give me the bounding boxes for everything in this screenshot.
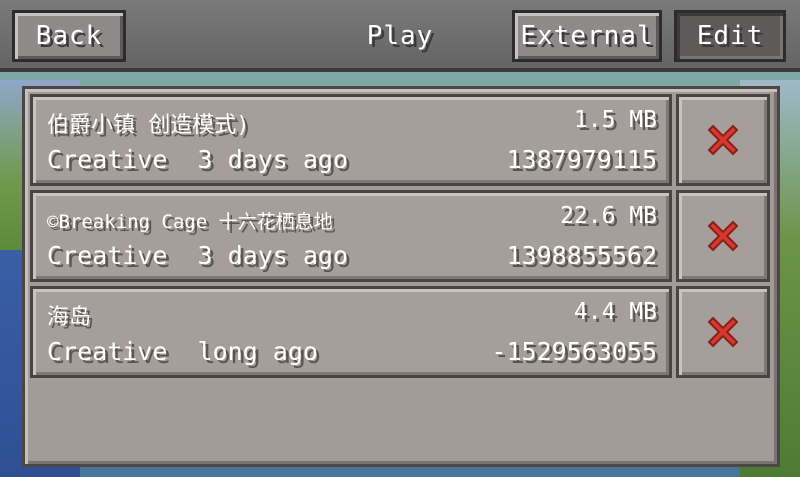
top-bar: Back Play External Edit (0, 0, 800, 72)
red-x-icon (707, 316, 739, 348)
back-button[interactable]: Back (12, 10, 126, 62)
world-list-item[interactable]: 海岛 4.4 MB Creative long ago -1529563055 (30, 286, 672, 378)
world-list-item[interactable]: 伯爵小镇 创造模式) 1.5 MB Creative 3 days ago 13… (30, 94, 672, 186)
world-seed: -1529563055 (491, 337, 657, 366)
world-mode-time: Creative 3 days ago (47, 241, 349, 270)
world-name: 海岛 (47, 305, 92, 330)
delete-world-button[interactable] (676, 190, 770, 282)
world-name: 伯爵小镇 创造模式) (47, 113, 250, 138)
world-size: 4.4 MB (573, 299, 657, 325)
page-title: Play (366, 21, 434, 51)
world-mode-time: Creative long ago (47, 337, 318, 366)
world-seed: 1387979115 (506, 145, 657, 174)
external-button[interactable]: External (512, 10, 662, 62)
delete-world-button[interactable] (676, 94, 770, 186)
world-list-item[interactable]: ©Breaking Cage 十六花栖息地 22.6 MB Creative 3… (30, 190, 672, 282)
red-x-icon (707, 124, 739, 156)
world-mode-time: Creative 3 days ago (47, 145, 349, 174)
delete-world-button[interactable] (676, 286, 770, 378)
world-name: ©Breaking Cage 十六花栖息地 (47, 211, 333, 233)
edit-button[interactable]: Edit (674, 10, 786, 62)
world-size: 22.6 MB (560, 203, 657, 229)
red-x-icon (707, 220, 739, 252)
world-seed: 1398855562 (506, 241, 657, 270)
world-size: 1.5 MB (573, 107, 657, 133)
